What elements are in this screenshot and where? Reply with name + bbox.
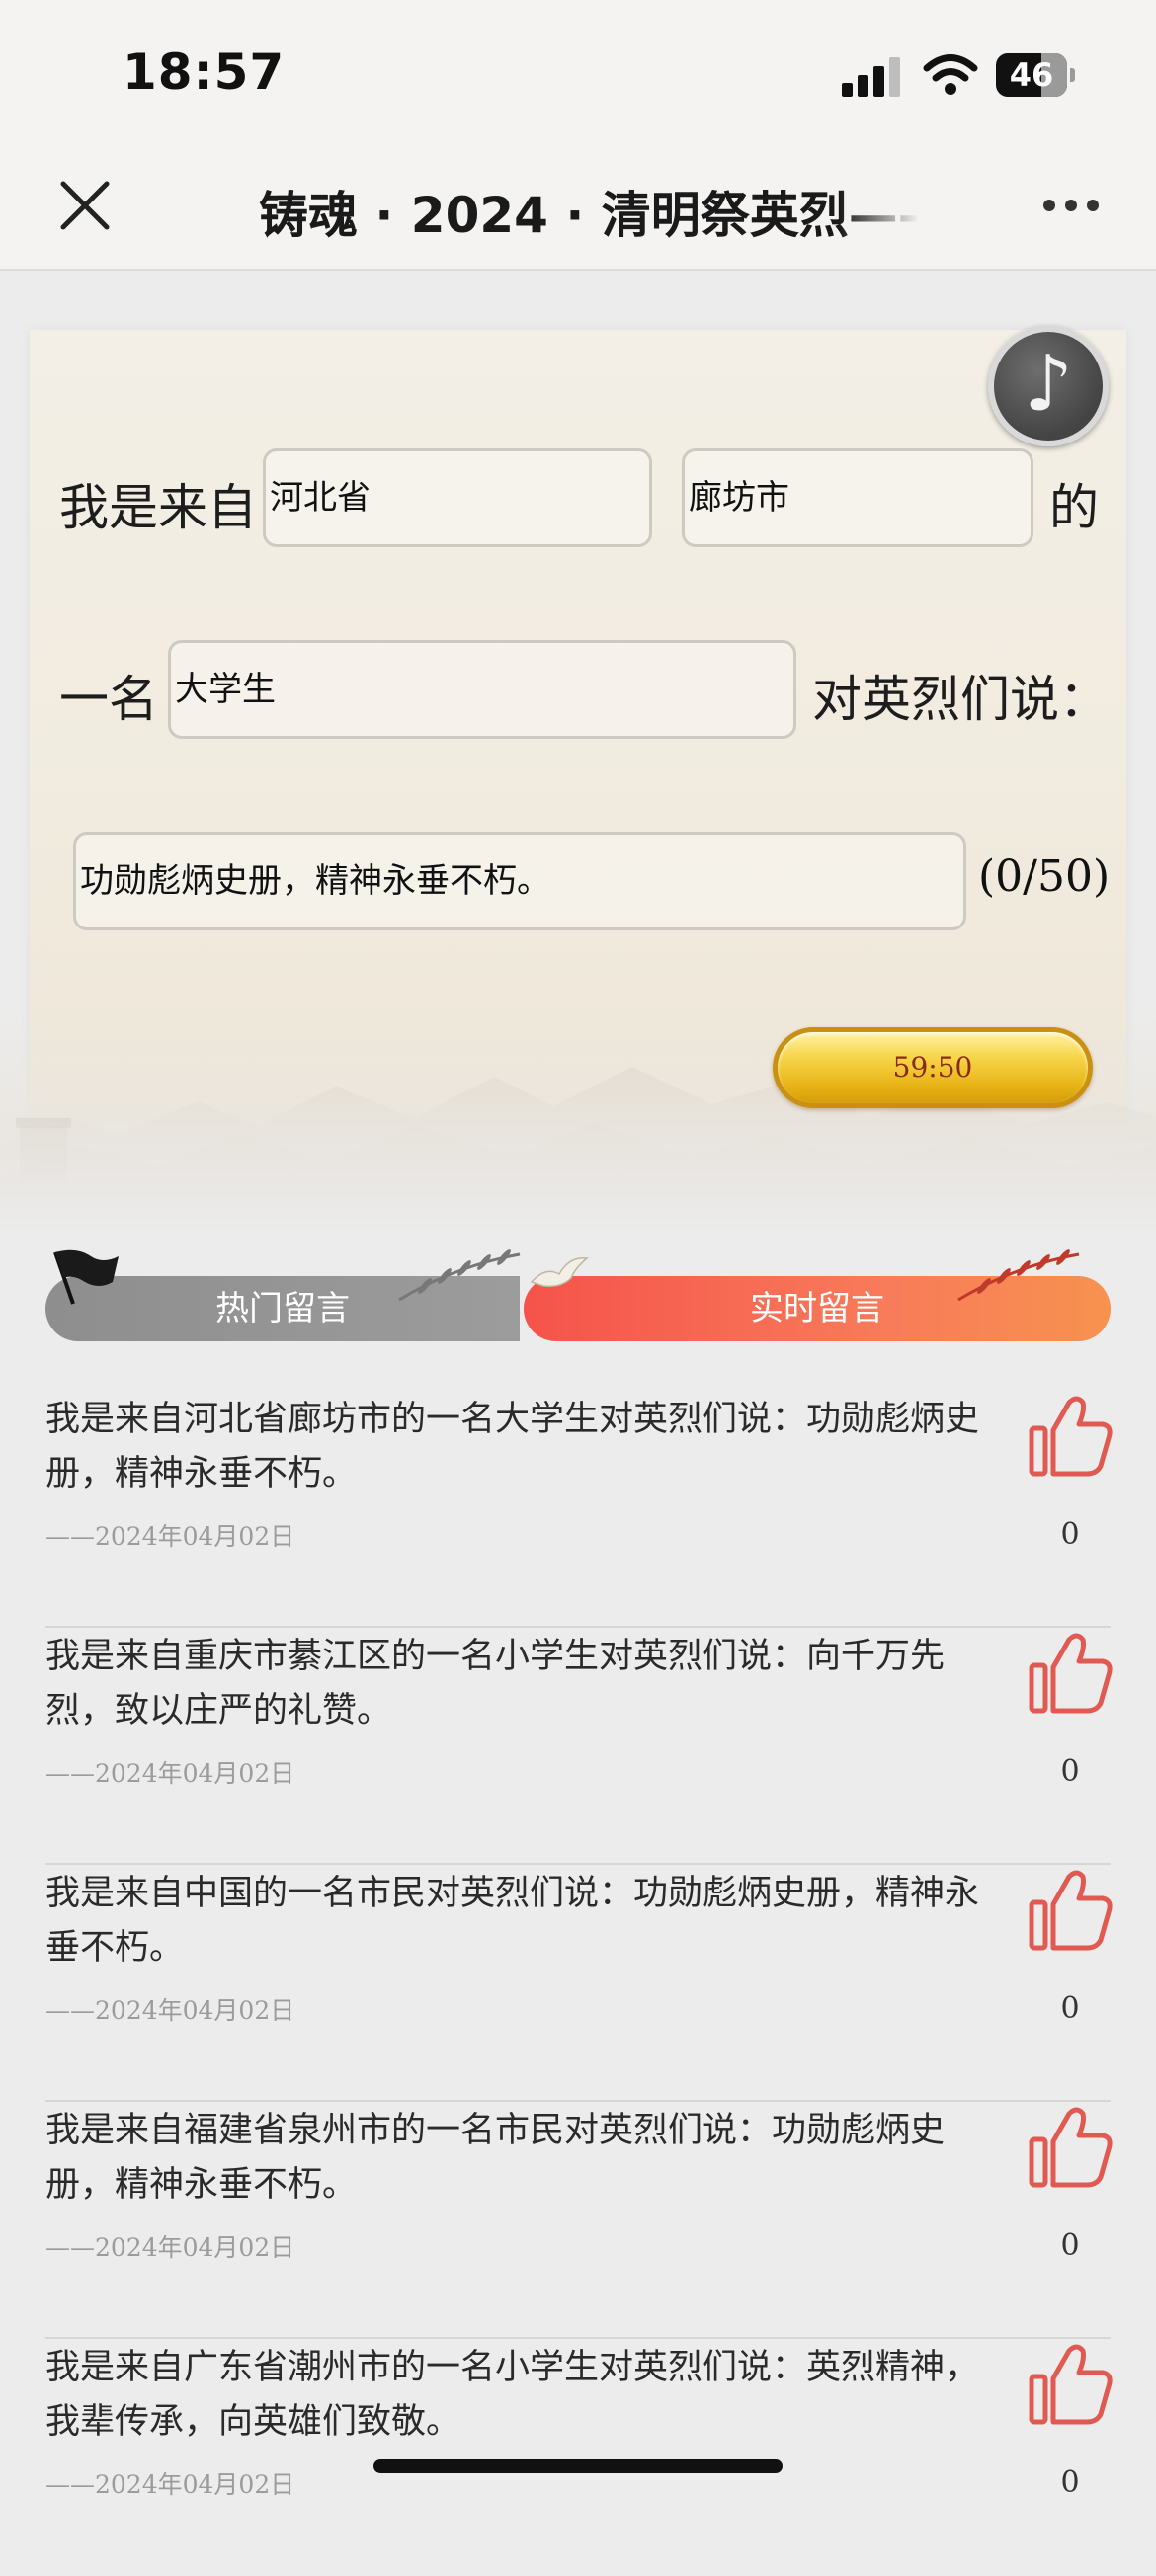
home-indicator (373, 2459, 783, 2473)
label-one: 一名 (59, 671, 158, 728)
music-note-icon: ♪ (1024, 340, 1073, 429)
province-select[interactable]: 河北省 (263, 448, 652, 547)
divider (45, 1863, 1111, 1865)
more-options-icon[interactable] (1043, 200, 1101, 215)
battery-level: 46 (1009, 56, 1054, 94)
character-count: (0/50) (978, 851, 1111, 902)
dove-icon (530, 1257, 589, 1288)
message-text: 我是来自福建省泉州市的一名市民对英烈们说：功勋彪炳史册，精神永垂不朽。 (45, 2111, 946, 2205)
status-bar: 18:57 46 (0, 0, 1156, 148)
message-item: 我是来自河北省廊坊市的一名大学生对英烈们说：功勋彪炳史册，精神永垂不朽。 ——2… (45, 1393, 1113, 1628)
like-count: 0 (1060, 1517, 1080, 1552)
message-item: 我是来自中国的一名市民对英烈们说：功勋彪炳史册，精神永垂不朽。 ——2024年0… (45, 1867, 1113, 2102)
message-date: ——2024年04月02日 (45, 2233, 295, 2262)
message-input-value: 功勋彪炳史册，精神永垂不朽。 (80, 861, 550, 901)
divider (45, 2337, 1111, 2339)
message-date: ——2024年04月02日 (45, 1522, 295, 1551)
city-value: 廊坊市 (689, 478, 789, 518)
like-count: 0 (1060, 2228, 1080, 2263)
message-date: ——2024年04月02日 (45, 2470, 295, 2499)
thumbs-up-icon[interactable] (1026, 1865, 1115, 1954)
divider (45, 2100, 1111, 2102)
message-date: ——2024年04月02日 (45, 1996, 295, 2025)
message-item: 我是来自重庆市綦江区的一名小学生对英烈们说：向千万先烈，致以庄严的礼赞。 ——2… (45, 1630, 1113, 1865)
label-de: 的 (1049, 479, 1099, 536)
message-text: 我是来自广东省潮州市的一名小学生对英烈们说：英烈精神，我辈传承，向英雄们致敬。 (45, 2348, 980, 2442)
wifi-icon (923, 54, 978, 95)
like-count: 0 (1060, 2465, 1080, 2500)
message-text: 我是来自河北省廊坊市的一名大学生对英烈们说：功勋彪炳史册，精神永垂不朽。 (45, 1400, 980, 1493)
message-date: ——2024年04月02日 (45, 1759, 295, 1788)
olive-branch-icon (398, 1249, 521, 1302)
message-item: 我是来自福建省泉州市的一名市民对英烈们说：功勋彪炳史册，精神永垂不朽。 ——20… (45, 2104, 1113, 2339)
label-say: 对英烈们说： (812, 671, 1109, 728)
submit-button[interactable]: 59:50 (773, 1027, 1093, 1108)
identity-value: 大学生 (175, 670, 276, 709)
nav-bar: 铸魂 · 2024 · 清明祭英烈——敬 (0, 148, 1156, 271)
page-title: 铸魂 · 2024 · 清明祭英烈——敬 (259, 187, 919, 239)
olive-branch-icon (957, 1249, 1080, 1302)
thumbs-up-icon[interactable] (1026, 1628, 1115, 1717)
thumbs-up-icon[interactable] (1026, 1391, 1115, 1480)
message-text: 我是来自重庆市綦江区的一名小学生对英烈们说：向千万先烈，致以庄严的礼赞。 (45, 1637, 946, 1731)
status-time: 18:57 (123, 43, 286, 101)
music-toggle-button[interactable]: ♪ (988, 326, 1109, 446)
thumbs-up-icon[interactable] (1026, 2102, 1115, 2191)
close-icon[interactable] (57, 178, 113, 233)
cellular-signal-icon (842, 57, 901, 97)
thumbs-up-icon[interactable] (1026, 2339, 1115, 2428)
city-select[interactable]: 廊坊市 (682, 448, 1033, 547)
divider (45, 1626, 1111, 1628)
message-text: 我是来自中国的一名市民对英烈们说：功勋彪炳史册，精神永垂不朽。 (45, 1874, 980, 1968)
label-from: 我是来自 (59, 479, 257, 536)
message-item: 我是来自广东省潮州市的一名小学生对英烈们说：英烈精神，我辈传承，向英雄们致敬。 … (45, 2341, 1113, 2576)
submit-countdown: 59:50 (892, 1051, 973, 1084)
province-value: 河北省 (270, 478, 371, 518)
like-count: 0 (1060, 1991, 1080, 2026)
identity-select[interactable]: 大学生 (168, 640, 796, 739)
message-input[interactable]: 功勋彪炳史册，精神永垂不朽。 (73, 832, 966, 930)
like-count: 0 (1060, 1754, 1080, 1789)
flag-icon (53, 1249, 119, 1305)
battery-icon: 46 (996, 53, 1075, 97)
